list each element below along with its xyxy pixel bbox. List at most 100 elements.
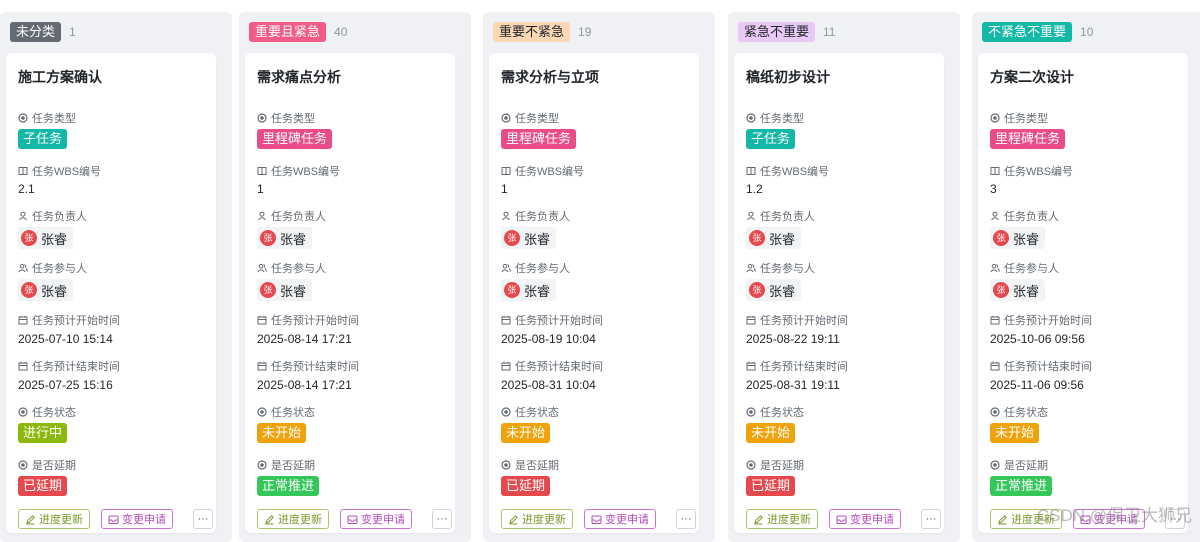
radio-icon: [257, 460, 267, 470]
column-tag[interactable]: 重要不紧急: [493, 22, 571, 42]
more-options-button[interactable]: ···: [193, 509, 213, 529]
inbox-icon: [108, 515, 119, 524]
field-label-type: 任务类型: [501, 110, 559, 126]
column-tag[interactable]: 重要且紧急: [249, 22, 327, 42]
task-card[interactable]: 方案二次设计 任务类型 里程碑任务 任务WBS编号 3 任务负责人 张 张睿 任…: [978, 53, 1188, 533]
label-text: 任务状态: [760, 407, 804, 419]
task-title[interactable]: 稿纸初步设计: [746, 67, 830, 87]
participant-chip[interactable]: 张 张睿: [18, 279, 74, 301]
avatar: 张: [993, 282, 1009, 298]
field-label-participant: 任务参与人: [18, 260, 87, 276]
wbs-value: 2.1: [18, 182, 35, 196]
more-options-button[interactable]: ···: [921, 509, 941, 529]
field-label-start: 任务预计开始时间: [990, 312, 1092, 328]
calendar-icon: [990, 315, 1000, 325]
owner-name: 张睿: [769, 231, 796, 247]
label-text: 任务负责人: [271, 211, 326, 223]
label-text: 是否延期: [760, 460, 804, 472]
button-label: 进度更新: [278, 514, 322, 526]
label-text: 任务类型: [1004, 113, 1048, 125]
change-request-button[interactable]: 变更申请: [101, 509, 173, 529]
owner-chip[interactable]: 张 张睿: [18, 227, 74, 249]
inbox-icon: [836, 515, 847, 524]
label-text: 任务类型: [271, 113, 315, 125]
label-text: 任务状态: [1004, 407, 1048, 419]
watermark: CSDN @保卫大狮兄: [1036, 506, 1192, 525]
participant-name: 张睿: [41, 283, 68, 299]
label-text: 任务负责人: [515, 211, 570, 223]
label-text: 任务预计结束时间: [32, 361, 120, 373]
owner-chip[interactable]: 张 张睿: [257, 227, 313, 249]
label-text: 任务类型: [760, 113, 804, 125]
users-icon: [18, 263, 28, 273]
book-icon: [990, 167, 1000, 175]
field-label-participant: 任务参与人: [990, 260, 1059, 276]
change-request-button[interactable]: 变更申请: [829, 509, 901, 529]
owner-chip[interactable]: 张 张睿: [990, 227, 1046, 249]
button-label: 进度更新: [522, 514, 566, 526]
task-title[interactable]: 方案二次设计: [990, 67, 1074, 87]
field-label-start: 任务预计开始时间: [18, 312, 120, 328]
task-title[interactable]: 需求分析与立项: [501, 67, 599, 87]
field-label-type: 任务类型: [18, 110, 76, 126]
radio-icon: [746, 113, 756, 123]
task-card[interactable]: 需求痛点分析 任务类型 里程碑任务 任务WBS编号 1 任务负责人 张 张睿 任…: [245, 53, 455, 533]
task-title[interactable]: 需求痛点分析: [257, 67, 341, 87]
kanban-board: 未分类 1 施工方案确认 任务类型 子任务 任务WBS编号 2.1 任务负责人 …: [0, 0, 1200, 542]
calendar-icon: [990, 361, 1000, 371]
participant-name: 张睿: [524, 283, 551, 299]
change-request-button[interactable]: 变更申请: [340, 509, 412, 529]
progress-update-button[interactable]: 进度更新: [746, 509, 818, 529]
button-label: 进度更新: [39, 514, 83, 526]
label-text: 任务负责人: [760, 211, 815, 223]
task-card[interactable]: 稿纸初步设计 任务类型 子任务 任务WBS编号 1.2 任务负责人 张 张睿 任…: [734, 53, 944, 533]
owner-chip[interactable]: 张 张睿: [501, 227, 557, 249]
progress-update-button[interactable]: 进度更新: [257, 509, 329, 529]
more-options-button[interactable]: ···: [432, 509, 452, 529]
column-tag[interactable]: 不紧急不重要: [982, 22, 1073, 42]
task-title[interactable]: 施工方案确认: [18, 67, 102, 87]
label-text: 任务参与人: [271, 263, 326, 275]
field-label-end: 任务预计结束时间: [18, 358, 120, 374]
field-label-delayed: 是否延期: [990, 457, 1048, 473]
user-icon: [258, 211, 266, 221]
edit-icon: [509, 514, 518, 524]
field-label-owner: 任务负责人: [746, 208, 815, 224]
field-label-delayed: 是否延期: [18, 457, 76, 473]
progress-update-button[interactable]: 进度更新: [18, 509, 90, 529]
column-header: 未分类 1: [0, 12, 232, 52]
user-icon: [991, 211, 999, 221]
label-text: 任务预计结束时间: [760, 361, 848, 373]
avatar: 张: [504, 230, 520, 246]
kanban-column-2: 重要且紧急 40 需求痛点分析 任务类型 里程碑任务 任务WBS编号 1 任务负…: [239, 12, 471, 542]
task-card[interactable]: 需求分析与立项 任务类型 里程碑任务 任务WBS编号 1 任务负责人 张 张睿: [489, 53, 699, 533]
participant-chip[interactable]: 张 张睿: [257, 279, 313, 301]
task-card[interactable]: 施工方案确认 任务类型 子任务 任务WBS编号 2.1 任务负责人 张 张睿 任…: [6, 53, 216, 533]
progress-update-button[interactable]: 进度更新: [501, 509, 573, 529]
calendar-icon: [746, 315, 756, 325]
field-label-owner: 任务负责人: [257, 208, 326, 224]
avatar: 张: [260, 230, 276, 246]
end-time-value: 2025-08-14 17:21: [257, 378, 352, 392]
field-label-wbs: 任务WBS编号: [18, 163, 101, 179]
participant-chip[interactable]: 张 张睿: [990, 279, 1046, 301]
field-label-status: 任务状态: [501, 404, 559, 420]
owner-chip[interactable]: 张 张睿: [746, 227, 802, 249]
column-tag[interactable]: 未分类: [10, 22, 62, 42]
field-label-owner: 任务负责人: [990, 208, 1059, 224]
radio-icon: [18, 460, 28, 470]
field-label-status: 任务状态: [990, 404, 1048, 420]
column-tag[interactable]: 紧急不重要: [738, 22, 816, 42]
calendar-icon: [257, 315, 267, 325]
change-request-button[interactable]: 变更申请: [584, 509, 656, 529]
radio-icon: [501, 113, 511, 123]
more-icon: ···: [925, 513, 937, 525]
label-text: 任务参与人: [1004, 263, 1059, 275]
participant-chip[interactable]: 张 张睿: [746, 279, 802, 301]
more-options-button[interactable]: ···: [676, 509, 696, 529]
owner-name: 张睿: [280, 231, 307, 247]
column-count: 10: [1080, 25, 1094, 39]
participant-chip[interactable]: 张 张睿: [501, 279, 557, 301]
users-icon: [257, 263, 267, 273]
end-time-value: 2025-07-25 15:16: [18, 378, 113, 392]
